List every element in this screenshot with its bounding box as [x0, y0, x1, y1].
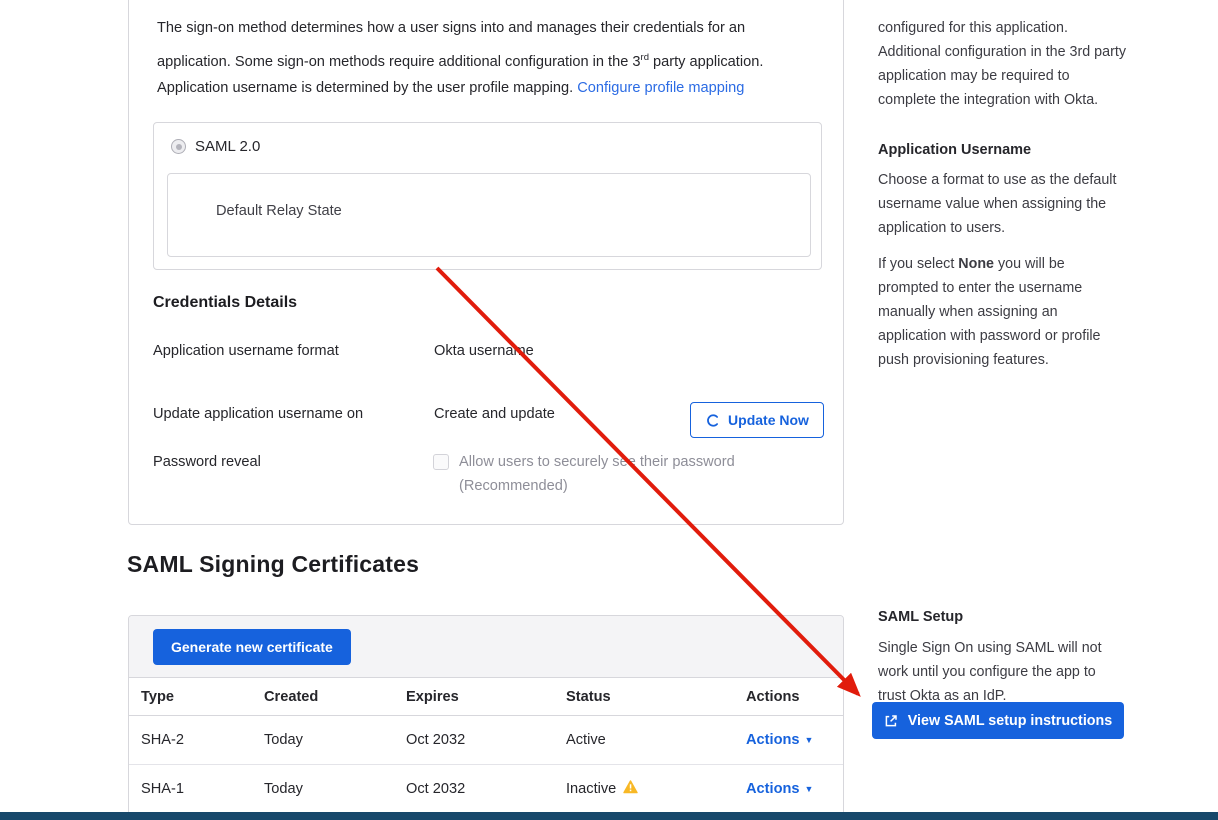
default-relay-state-label: Default Relay State: [216, 203, 342, 219]
password-reveal-checkbox[interactable]: [433, 454, 449, 470]
cert-expires: Oct 2032: [406, 732, 566, 748]
column-header-created: Created: [264, 689, 406, 705]
update-now-button[interactable]: Update Now: [690, 402, 824, 438]
certificates-table-header: Type Created Expires Status Actions: [129, 678, 843, 716]
cert-status: Active: [566, 732, 606, 748]
application-username-paragraph-1: Choose a format to use as the default us…: [878, 168, 1126, 240]
password-reveal-label: Password reveal: [153, 454, 261, 470]
certificates-toolbar: Generate new certificate: [129, 616, 843, 678]
password-reveal-note: (Recommended): [459, 478, 568, 494]
username-format-value: Okta username: [434, 343, 534, 359]
cert-type: SHA-1: [141, 781, 264, 797]
refresh-icon: [705, 413, 720, 428]
saml-certificates-heading: SAML Signing Certificates: [127, 551, 419, 578]
chevron-down-icon: ▼: [805, 784, 814, 794]
application-username-paragraph-2: If you select None you will be prompted …: [878, 252, 1126, 372]
actions-dropdown[interactable]: Actions ▼: [746, 781, 813, 797]
ordinal-superscript: rd: [641, 52, 649, 63]
sign-on-methods-card: The sign-on method determines how a user…: [128, 0, 844, 525]
saml-radio-button[interactable]: [171, 139, 186, 154]
none-keyword: None: [958, 256, 994, 272]
saml-method-section: SAML 2.0 Default Relay State: [153, 122, 822, 270]
column-header-actions: Actions: [746, 689, 824, 705]
column-header-status: Status: [566, 689, 746, 705]
footer-divider-bar: [0, 812, 1218, 820]
actions-dropdown[interactable]: Actions ▼: [746, 732, 813, 748]
application-username-heading: Application Username: [878, 138, 1126, 162]
saml-setup-paragraph: Single Sign On using SAML will not work …: [878, 636, 1126, 708]
username-mapping-description: Application username is determined by th…: [157, 73, 837, 103]
view-saml-setup-label: View SAML setup instructions: [908, 713, 1112, 729]
app-username-p2-before: If you select: [878, 256, 958, 272]
generate-certificate-button[interactable]: Generate new certificate: [153, 629, 351, 665]
saml-setup-heading: SAML Setup: [878, 605, 1126, 629]
default-relay-state-field: Default Relay State: [167, 173, 811, 257]
app-username-p2-after: you will be prompted to enter the userna…: [878, 256, 1101, 368]
table-row: SHA-1 Today Oct 2032 Inactive Actions ▼: [129, 765, 843, 813]
password-reveal-option-text: Allow users to securely see their passwo…: [459, 454, 735, 470]
credentials-details-heading: Credentials Details: [153, 294, 297, 312]
cert-created: Today: [264, 732, 406, 748]
sign-on-description: The sign-on method determines how a user…: [157, 13, 812, 77]
external-link-icon: [884, 714, 898, 728]
warning-icon: [623, 780, 638, 798]
saml-radio-label: SAML 2.0: [195, 138, 260, 155]
cert-status: Inactive: [566, 781, 616, 797]
cert-type: SHA-2: [141, 732, 264, 748]
chevron-down-icon: ▼: [805, 735, 814, 745]
update-now-label: Update Now: [728, 412, 809, 428]
sign-on-description-tail: party application.: [649, 54, 763, 70]
column-header-expires: Expires: [406, 689, 566, 705]
table-row: SHA-2 Today Oct 2032 Active Actions ▼: [129, 716, 843, 765]
cert-created: Today: [264, 781, 406, 797]
password-reveal-option: Allow users to securely see their passwo…: [459, 450, 779, 498]
configure-profile-mapping-link[interactable]: Configure profile mapping: [577, 80, 744, 96]
cert-expires: Oct 2032: [406, 781, 566, 797]
actions-label: Actions: [746, 732, 800, 748]
username-format-label: Application username format: [153, 343, 339, 359]
certificates-panel: Generate new certificate Type Created Ex…: [128, 615, 844, 813]
view-saml-setup-button[interactable]: View SAML setup instructions: [872, 702, 1124, 739]
column-header-type: Type: [141, 689, 264, 705]
update-username-on-label: Update application username on: [153, 406, 363, 422]
update-username-on-value: Create and update: [434, 406, 555, 422]
sidebar-intro-text: configured for this application. Additio…: [878, 16, 1126, 112]
actions-label: Actions: [746, 781, 800, 797]
username-mapping-text: Application username is determined by th…: [157, 80, 577, 96]
